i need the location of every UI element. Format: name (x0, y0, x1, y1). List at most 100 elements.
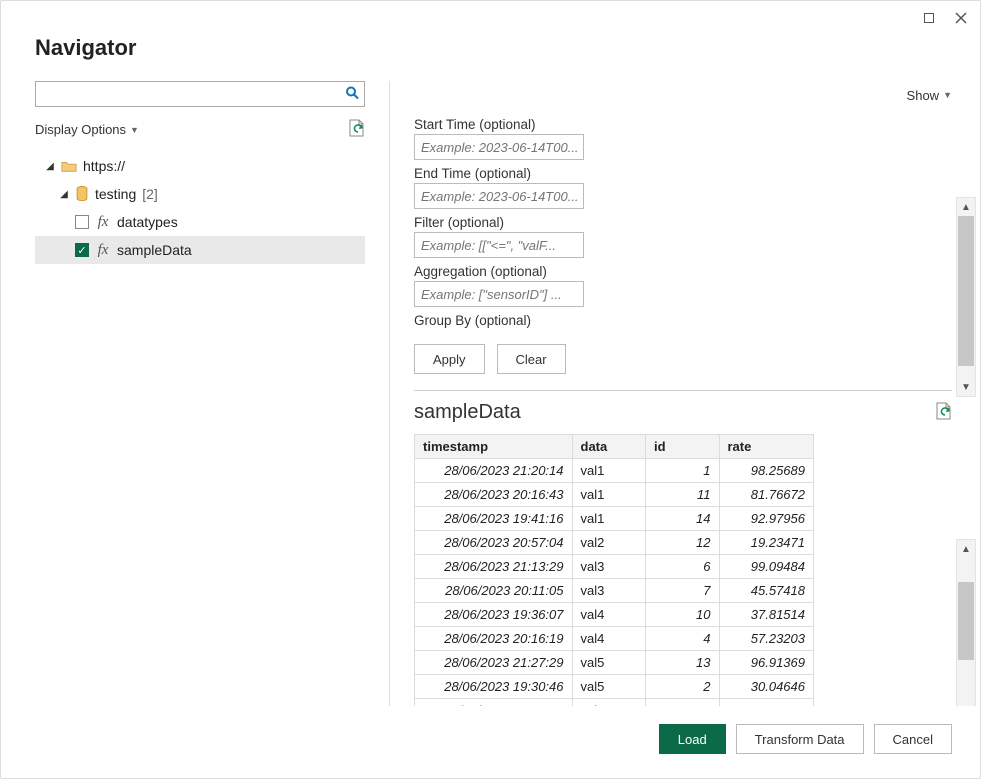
cell-timestamp: 28/06/2023 20:11:05 (415, 579, 573, 603)
col-data[interactable]: data (572, 435, 646, 459)
start-time-input[interactable] (414, 134, 584, 160)
cell-rate: 20.01583 (719, 699, 814, 707)
close-window-button[interactable] (954, 11, 968, 25)
cell-data: val5 (572, 675, 646, 699)
groupby-group: Group By (optional) (414, 313, 952, 330)
table-row[interactable]: 28/06/2023 19:30:46val5230.04646 (415, 675, 814, 699)
cell-id: 6 (646, 555, 720, 579)
cell-rate: 98.25689 (719, 459, 814, 483)
cell-rate: 57.23203 (719, 627, 814, 651)
restore-window-button[interactable] (922, 11, 936, 25)
preview-table: timestamp data id rate 28/06/2023 21:20:… (414, 434, 814, 706)
cell-data: val2 (572, 531, 646, 555)
apply-button[interactable]: Apply (414, 344, 485, 374)
parameters-scrollbar[interactable]: ▲ ▼ (956, 197, 976, 397)
refresh-page-icon (936, 402, 952, 420)
end-time-input[interactable] (414, 183, 584, 209)
titlebar (1, 1, 980, 29)
cell-rate: 19.23471 (719, 531, 814, 555)
scroll-thumb[interactable] (958, 582, 974, 660)
table-row[interactable]: 28/06/2023 19:41:16val11492.97956 (415, 507, 814, 531)
table-header-row: timestamp data id rate (415, 435, 814, 459)
cell-rate: 99.09484 (719, 555, 814, 579)
tree-database-testing[interactable]: ◢ testing [2] (35, 180, 365, 208)
chevron-down-icon: ▼ (943, 90, 952, 100)
table-row[interactable]: 28/06/2023 20:11:05val3745.57418 (415, 579, 814, 603)
display-options-dropdown[interactable]: Display Options ▼ (35, 122, 139, 137)
cell-data: val1 (572, 507, 646, 531)
table-row[interactable]: 28/06/2023 21:27:29val51396.91369 (415, 651, 814, 675)
scroll-up-icon: ▲ (957, 198, 975, 216)
checkbox-unchecked-icon[interactable] (75, 215, 89, 229)
right-panel: Show ▼ Start Time (optional) End Time (o… (390, 81, 980, 706)
cell-id: 4 (646, 627, 720, 651)
tree-item-sampledata[interactable]: ✓ fx sampleData (35, 236, 365, 264)
cell-data: val4 (572, 603, 646, 627)
aggregation-input[interactable] (414, 281, 584, 307)
left-panel: Display Options ▼ ◢ (35, 81, 390, 706)
table-row[interactable]: 28/06/2023 19:48:47val5320.01583 (415, 699, 814, 707)
search-icon (345, 86, 359, 100)
clear-button[interactable]: Clear (497, 344, 566, 374)
table-row[interactable]: 28/06/2023 19:36:07val41037.81514 (415, 603, 814, 627)
col-timestamp[interactable]: timestamp (415, 435, 573, 459)
refresh-preview-button[interactable] (936, 402, 952, 423)
folder-icon (61, 159, 77, 173)
load-button[interactable]: Load (659, 724, 726, 754)
footer: Load Transform Data Cancel (1, 706, 980, 778)
tree-datatypes-label: datatypes (117, 214, 178, 230)
cell-id: 7 (646, 579, 720, 603)
col-id[interactable]: id (646, 435, 720, 459)
main-content: Display Options ▼ ◢ (1, 81, 980, 706)
table-row[interactable]: 28/06/2023 20:57:04val21219.23471 (415, 531, 814, 555)
display-options-label: Display Options (35, 122, 126, 137)
tree-db-label: testing (95, 186, 136, 202)
cancel-button[interactable]: Cancel (874, 724, 952, 754)
cell-data: val4 (572, 627, 646, 651)
collapse-icon: ◢ (45, 161, 55, 172)
header: Navigator (1, 29, 980, 81)
cell-timestamp: 28/06/2023 21:13:29 (415, 555, 573, 579)
cell-id: 2 (646, 675, 720, 699)
cell-timestamp: 28/06/2023 19:30:46 (415, 675, 573, 699)
show-label: Show (907, 88, 940, 103)
start-time-group: Start Time (optional) (414, 117, 952, 160)
transform-data-button[interactable]: Transform Data (736, 724, 864, 754)
table-row[interactable]: 28/06/2023 20:16:19val4457.23203 (415, 627, 814, 651)
cell-id: 11 (646, 483, 720, 507)
preview-table-container: timestamp data id rate 28/06/2023 21:20:… (414, 434, 952, 706)
scroll-down-icon: ▼ (957, 378, 975, 396)
end-time-label: End Time (optional) (414, 166, 952, 181)
cell-data: val5 (572, 699, 646, 707)
start-time-label: Start Time (optional) (414, 117, 952, 132)
function-icon: fx (95, 214, 111, 231)
aggregation-label: Aggregation (optional) (414, 264, 952, 279)
preview-header: sampleData (414, 401, 952, 424)
cell-timestamp: 28/06/2023 19:36:07 (415, 603, 573, 627)
cell-data: val3 (572, 579, 646, 603)
table-scrollbar[interactable]: ▲ ▼ (956, 539, 976, 706)
cell-data: val5 (572, 651, 646, 675)
tree-root-https[interactable]: ◢ https:// (35, 152, 365, 180)
cell-rate: 30.04646 (719, 675, 814, 699)
table-row[interactable]: 28/06/2023 21:20:14val1198.25689 (415, 459, 814, 483)
tree-item-datatypes[interactable]: fx datatypes (35, 208, 365, 236)
tree-root-label: https:// (83, 158, 125, 174)
cell-timestamp: 28/06/2023 20:57:04 (415, 531, 573, 555)
col-rate[interactable]: rate (719, 435, 814, 459)
chevron-down-icon: ▼ (130, 125, 139, 135)
navigator-window: Navigator Display Options ▼ (0, 0, 981, 779)
checkbox-checked-icon[interactable]: ✓ (75, 243, 89, 257)
cell-data: val3 (572, 555, 646, 579)
search-input[interactable] (35, 81, 365, 107)
table-row[interactable]: 28/06/2023 20:16:43val11181.76672 (415, 483, 814, 507)
scroll-thumb[interactable] (958, 216, 974, 366)
filter-input[interactable] (414, 232, 584, 258)
filter-label: Filter (optional) (414, 215, 952, 230)
table-row[interactable]: 28/06/2023 21:13:29val3699.09484 (415, 555, 814, 579)
cell-id: 13 (646, 651, 720, 675)
refresh-tree-button[interactable] (349, 119, 365, 140)
search-button[interactable] (345, 86, 359, 103)
show-dropdown[interactable]: Show ▼ (414, 81, 952, 109)
aggregation-group: Aggregation (optional) (414, 264, 952, 307)
